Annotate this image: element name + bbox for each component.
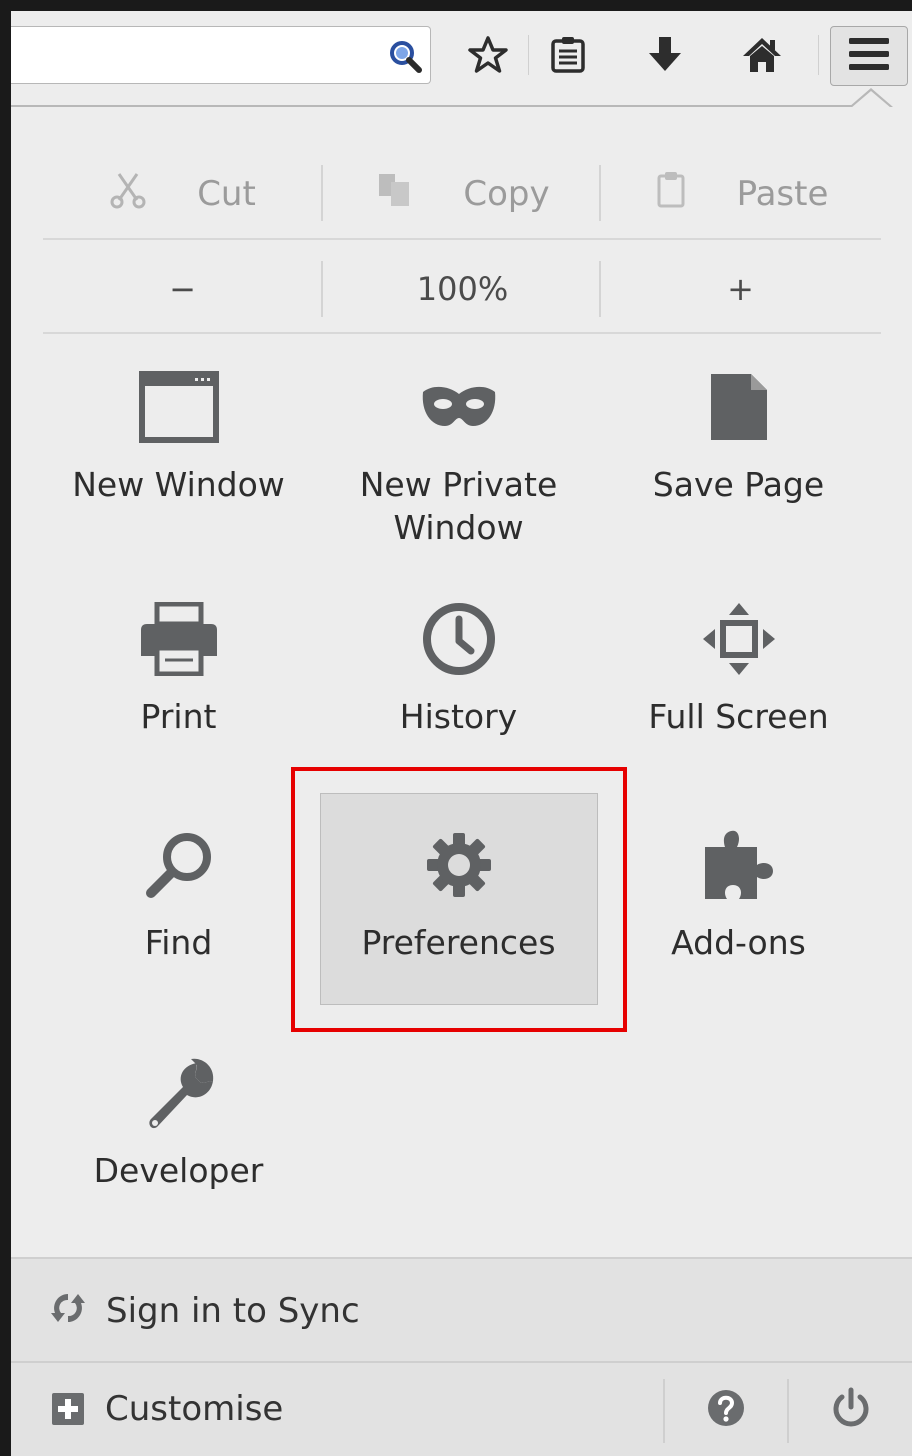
new-window-button[interactable]: New Window <box>39 357 318 506</box>
zoom-in-label: + <box>727 270 754 308</box>
plus-square-icon <box>51 1392 85 1430</box>
clipboard-icon <box>653 170 689 219</box>
zoom-out-button[interactable]: − <box>43 243 322 335</box>
search-icon[interactable] <box>388 39 422 73</box>
copy-label: Copy <box>463 174 550 214</box>
print-button[interactable]: Print <box>39 589 318 738</box>
download-icon[interactable] <box>643 33 687 77</box>
full-screen-icon <box>701 589 777 689</box>
history-button[interactable]: History <box>319 589 598 738</box>
power-icon <box>830 1387 872 1433</box>
hamburger-menu-button[interactable] <box>830 26 908 86</box>
wrench-icon <box>139 1043 219 1143</box>
addons-button[interactable]: Add-ons <box>599 815 878 964</box>
zoom-out-label: − <box>169 270 196 308</box>
toolbar-divider <box>818 35 819 75</box>
home-icon[interactable] <box>740 33 784 77</box>
customise-button[interactable]: Customise <box>11 1363 663 1456</box>
panel-arrow-fill <box>851 91 891 108</box>
panel-footer: Customise <box>11 1361 912 1456</box>
magnifier-icon <box>143 815 215 915</box>
new-window-label: New Window <box>72 465 285 504</box>
clock-icon <box>421 589 497 689</box>
quit-button[interactable] <box>789 1363 912 1456</box>
paste-button[interactable]: Paste <box>601 147 880 241</box>
toolbar-divider <box>528 35 529 75</box>
help-button[interactable] <box>665 1363 787 1456</box>
puzzle-piece-icon <box>699 815 779 915</box>
new-private-window-label-1: New Private <box>359 465 558 504</box>
sign-in-to-sync-button[interactable]: Sign in to Sync <box>11 1257 912 1361</box>
find-button[interactable]: Find <box>39 815 318 964</box>
print-label: Print <box>140 697 217 736</box>
printer-icon <box>137 589 221 689</box>
new-private-window-button[interactable]: New Private Window <box>319 357 598 549</box>
customise-label: Customise <box>105 1389 284 1429</box>
zoom-level: 100% <box>416 270 509 308</box>
save-page-button[interactable]: Save Page <box>599 357 878 506</box>
new-window-icon <box>138 357 219 457</box>
main-menu-panel: Cut Copy Paste − 100% + New Window New P… <box>11 107 912 1456</box>
bookmark-star-icon[interactable] <box>466 33 510 77</box>
sign-in-to-sync-label: Sign in to Sync <box>106 1291 360 1331</box>
full-screen-button[interactable]: Full Screen <box>599 589 878 738</box>
developer-button[interactable]: Developer <box>39 1043 318 1192</box>
save-page-label: Save Page <box>652 465 825 504</box>
search-bar[interactable] <box>11 26 431 84</box>
copy-button[interactable]: Copy <box>323 147 602 241</box>
history-label: History <box>399 697 518 736</box>
zoom-in-button[interactable]: + <box>601 243 880 335</box>
browser-window: Cut Copy Paste − 100% + New Window New P… <box>11 11 912 1456</box>
divider <box>43 238 881 240</box>
copy-icon <box>375 170 415 219</box>
divider <box>43 332 881 334</box>
new-private-window-label-2: Window <box>393 508 524 547</box>
scissors-icon <box>109 170 149 219</box>
hamburger-menu-icon <box>847 36 891 76</box>
addons-label: Add-ons <box>671 923 806 962</box>
help-icon <box>706 1388 746 1432</box>
cut-label: Cut <box>197 174 256 214</box>
save-page-icon <box>707 357 771 457</box>
zoom-controls: − 100% + <box>43 243 881 335</box>
developer-label: Developer <box>93 1151 264 1190</box>
navigation-toolbar <box>11 11 912 108</box>
paste-label: Paste <box>736 174 829 214</box>
sync-icon <box>49 1289 87 1331</box>
find-label: Find <box>144 923 213 962</box>
edit-controls: Cut Copy Paste <box>43 147 881 241</box>
cut-button[interactable]: Cut <box>43 147 322 241</box>
reading-list-icon[interactable] <box>546 33 590 77</box>
highlight-annotation-box <box>291 767 627 1032</box>
full-screen-label: Full Screen <box>648 697 829 736</box>
private-mask-icon <box>419 357 499 457</box>
zoom-reset-button[interactable]: 100% <box>323 243 602 335</box>
